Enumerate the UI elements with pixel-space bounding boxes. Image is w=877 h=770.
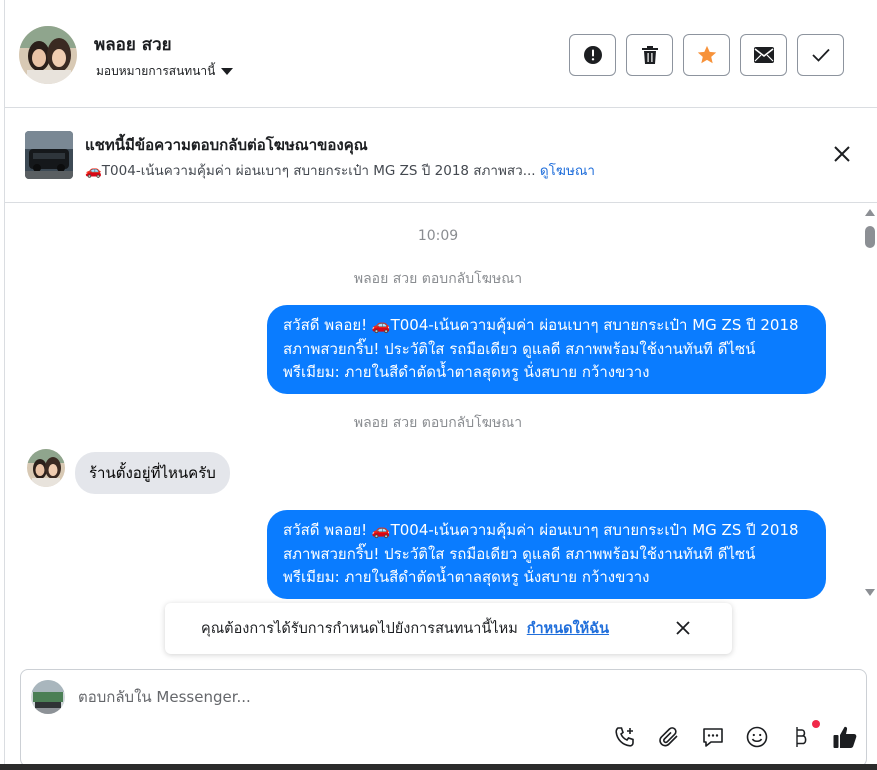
scrollbar-thumb[interactable] [865, 226, 875, 248]
system-message: พลอย สวย ตอบกลับโฆษณา [353, 271, 523, 287]
message-timestamp: 10:09 [417, 228, 459, 244]
notification-dot [812, 720, 820, 728]
ad-reply-banner: แชทนี้มีข้อความตอบกลับต่อโฆษณาของคุณ 🚗T0… [5, 108, 877, 203]
envelope-icon [753, 47, 774, 63]
reply-input[interactable] [78, 688, 678, 706]
mark-unread-button[interactable] [740, 34, 787, 76]
like-button[interactable] [832, 724, 858, 750]
scroll-down-icon[interactable] [865, 589, 875, 596]
inbox-thread-panel: พลอย สวย มอบหมายการสนทนานี้ แชทนี้มีข้อค… [4, 0, 877, 770]
baht-icon [796, 727, 807, 747]
composer-tools [612, 720, 858, 750]
payment-button[interactable] [788, 720, 820, 750]
message-composer [20, 669, 867, 767]
check-icon [811, 48, 830, 62]
saved-reply-icon [703, 728, 723, 747]
trash-icon [641, 46, 658, 64]
delete-button[interactable] [626, 34, 673, 76]
attach-button[interactable] [656, 724, 682, 750]
star-button[interactable] [683, 34, 730, 76]
outgoing-message-bubble[interactable]: สวัสดี พลอย! 🚗T004-เน้นความคุ้มค่า ผ่อนเ… [267, 510, 826, 599]
paperclip-icon [659, 727, 678, 747]
view-ad-link[interactable]: ดูโฆษณา [540, 163, 595, 179]
incoming-message-bubble[interactable]: ร้านตั้งอยู่ที่ไหนครับ [75, 452, 230, 494]
assign-label: มอบหมายการสนทนานี้ [96, 64, 216, 78]
message-scrollbar[interactable] [863, 205, 877, 599]
scroll-up-icon[interactable] [865, 209, 875, 216]
contact-avatar-small[interactable] [27, 449, 65, 487]
close-icon[interactable] [832, 144, 852, 164]
contact-name[interactable]: พลอย สวย [94, 31, 172, 58]
ad-banner-text: 🚗T004-เน้นความคุ้มค่า ผ่อนเบาๆ สบายกระเป… [85, 163, 536, 179]
assign-to-me-link[interactable]: กำหนดให้ฉัน [527, 617, 609, 640]
call-button[interactable] [612, 724, 638, 750]
outgoing-message-bubble[interactable]: สวัสดี พลอย! 🚗T004-เน้นความคุ้มค่า ผ่อนเ… [267, 305, 826, 394]
close-icon[interactable] [674, 619, 692, 637]
system-message: พลอย สวย ตอบกลับโฆษณา [353, 415, 523, 431]
ad-banner-title: แชทนี้มีข้อความตอบกลับต่อโฆษณาของคุณ [85, 136, 368, 154]
star-icon [697, 45, 716, 64]
thread-header: พลอย สวย มอบหมายการสนทนานี้ [5, 0, 877, 108]
emoji-icon [746, 726, 768, 748]
ad-banner-subtitle: 🚗T004-เน้นความคุ้มค่า ผ่อนเบาๆ สบายกระเป… [85, 159, 595, 181]
assign-prompt-toast: คุณต้องการได้รับการกำหนดไปยังการสนทนานี้… [165, 603, 732, 654]
ad-thumbnail[interactable] [25, 131, 73, 179]
contact-avatar[interactable] [19, 26, 77, 84]
thread-actions [569, 34, 844, 76]
message-list[interactable]: 10:09 พลอย สวย ตอบกลับโฆษณา สวัสดี พลอย!… [5, 204, 877, 599]
caret-down-icon [221, 68, 234, 75]
taskbar-edge [0, 764, 877, 770]
phone-plus-icon [615, 727, 634, 747]
saved-reply-button[interactable] [700, 724, 726, 750]
alert-icon [583, 46, 602, 64]
mark-spam-button[interactable] [569, 34, 616, 76]
emoji-button[interactable] [744, 724, 770, 750]
page-avatar [31, 680, 65, 714]
mark-done-button[interactable] [797, 34, 844, 76]
thumbs-up-icon [833, 726, 857, 748]
assign-prompt-text: คุณต้องการได้รับการกำหนดไปยังการสนทนานี้… [201, 621, 518, 637]
assign-conversation-dropdown[interactable]: มอบหมายการสนทนานี้ [96, 62, 234, 81]
